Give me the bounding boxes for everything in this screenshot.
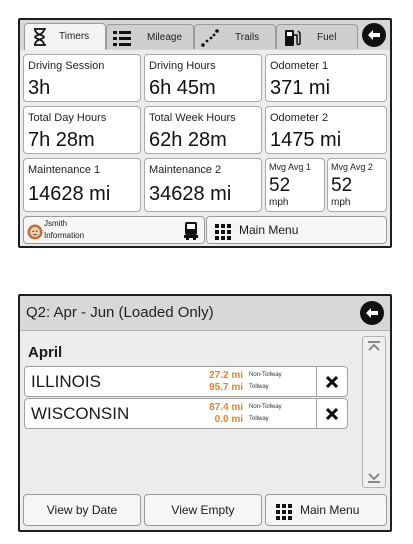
month-heading: April [28,344,63,361]
tile-value: 3h [28,77,51,99]
tile-odometer-2: Odometer 2 1475 mi [265,106,387,154]
tile-value: 14628 mi [28,183,111,205]
tab-timers[interactable]: Timers [24,23,106,50]
tab-label: Timers [59,31,90,42]
close-icon [326,375,338,388]
button-label: View by Date [46,503,118,517]
tile-mvg-avg-2: Mvg Avg 2 52 mph [327,158,387,212]
main-menu-button[interactable]: Main Menu [206,216,387,244]
tile-value: 52 [269,175,291,196]
tile-total-day-hours: Total Day Hours 7h 28m [23,106,141,154]
tile-title: Driving Hours [149,60,216,72]
tile-title: Odometer 2 [270,112,329,124]
tile-value: 34628 mi [149,183,232,205]
button-label: View Empty [171,503,235,517]
page-title: Q2: Apr - Jun (Loaded Only) [26,304,214,321]
fuel-pump-icon [285,30,301,46]
close-icon [326,407,338,420]
scroll-down-icon[interactable] [368,473,380,483]
tile-unit: mph [331,197,351,208]
report-header: Q2: Apr - Jun (Loaded Only) [20,296,390,331]
tile-value: 6h 45m [149,77,216,99]
tollway-miles: 95.7 mi [209,382,243,393]
hourglass-icon [34,28,46,46]
grid-menu-icon [276,504,292,520]
user-info-button[interactable]: Jsmith Information [23,216,205,244]
tile-driving-hours: Driving Hours 6h 45m [144,54,262,102]
avatar-icon [27,224,43,240]
tile-mvg-avg-1: Mvg Avg 1 52 mph [265,158,325,212]
tollway-miles: 0.0 mi [214,414,243,425]
tile-title: Maintenance 1 [28,164,101,176]
tab-trails[interactable]: Trails [194,24,276,49]
tile-title: Mvg Avg 2 [331,162,373,172]
tile-title: Total Week Hours [149,112,236,124]
grid-menu-icon [215,224,231,240]
tile-maintenance-2: Maintenance 2 34628 mi [144,158,262,212]
state-row-wisconsin[interactable]: WISCONSIN 87.4 mi Non-Tollway 0.0 mi Tol… [24,398,348,429]
tile-maintenance-1: Maintenance 1 14628 mi [23,158,141,212]
back-button[interactable] [360,301,384,325]
tile-title: Maintenance 2 [149,164,222,176]
tollway-label: Tollway [249,416,269,422]
scrollbar[interactable] [362,336,386,488]
tile-unit: mph [269,197,289,208]
non-tollway-label: Non-Tollway [249,372,282,378]
tile-title: Total Day Hours [28,112,107,124]
back-arrow-icon [368,30,380,40]
tile-value: 1475 mi [270,129,342,151]
main-menu-label: Main Menu [239,223,299,237]
tile-title: Mvg Avg 1 [269,162,311,172]
main-menu-label: Main Menu [300,503,360,517]
tile-driving-session: Driving Session 3h [23,54,141,102]
view-empty-button[interactable]: View Empty [144,494,262,526]
delete-button[interactable] [316,399,347,428]
tab-label: Trails [235,32,260,43]
tile-value: 371 mi [270,77,331,99]
tile-value: 52 [331,175,353,196]
tile-odometer-1: Odometer 1 371 mi [265,54,387,102]
delete-button[interactable] [316,367,347,396]
list-icon [113,31,131,46]
scroll-up-icon[interactable] [368,341,380,351]
tab-bar: Timers Mileage Trails Fuel [20,20,390,50]
trail-dots-icon [201,29,219,47]
tab-label: Fuel [317,32,337,43]
state-name: ILLINOIS [31,372,101,391]
view-by-date-button[interactable]: View by Date [23,494,141,526]
tollway-label: Tollway [249,384,269,390]
user-name: Jsmith [44,219,68,228]
tile-title: Odometer 1 [270,60,329,72]
bottom-toolbar: View by Date View Empty Main Menu [20,494,390,530]
main-menu-button[interactable]: Main Menu [265,494,387,526]
mileage-report-screen: Q2: Apr - Jun (Loaded Only) April ILLINO… [18,294,392,532]
tab-label: Mileage [147,32,183,43]
tab-fuel[interactable]: Fuel [276,24,358,49]
non-tollway-miles: 87.4 mi [209,402,243,413]
truck-icon [184,222,198,240]
timers-screen: Timers Mileage Trails Fuel Driving Sessi… [18,18,392,248]
tile-value: 7h 28m [28,129,95,151]
user-info-label: Information [44,231,85,240]
back-button[interactable] [362,23,386,47]
state-row-illinois[interactable]: ILLINOIS 27.2 mi Non-Tollway 95.7 mi Tol… [24,366,348,397]
tile-value: 62h 28m [149,129,227,151]
non-tollway-label: Non-Tollway [249,404,282,410]
state-name: WISCONSIN [31,404,130,423]
back-arrow-icon [366,308,378,318]
tile-title: Driving Session [28,60,105,72]
tab-mileage[interactable]: Mileage [106,24,194,49]
non-tollway-miles: 27.2 mi [209,370,243,381]
tile-total-week-hours: Total Week Hours 62h 28m [144,106,262,154]
